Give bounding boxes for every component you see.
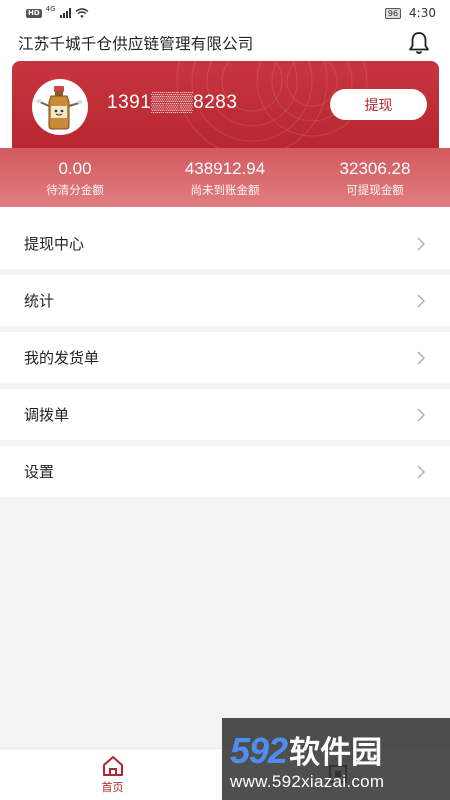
watermark-text: 软件园: [289, 734, 383, 771]
clock: 4:30: [409, 6, 436, 20]
menu-item-transfer-orders[interactable]: 调拨单: [0, 389, 450, 440]
stat-label: 尚未到账金额: [190, 182, 260, 197]
menu-item-statistics[interactable]: 统计: [0, 275, 450, 326]
stat-label: 待清分金额: [46, 182, 104, 197]
signal-icon: [59, 8, 71, 18]
home-icon: [102, 755, 123, 776]
watermark-main: 592 软件园: [230, 727, 450, 772]
stat-label: 可提现金额: [346, 182, 404, 197]
menu-item-withdraw-center[interactable]: 提现中心: [0, 218, 450, 269]
status-left: HD 4G: [26, 5, 89, 18]
menu-item-label: 提现中心: [24, 235, 85, 253]
chevron-right-icon: [417, 294, 425, 307]
menu-list: 提现中心 统计 我的发货单 调拨单 设置: [0, 218, 450, 503]
chevron-right-icon: [417, 351, 425, 364]
page-title: 江苏千城千仓供应链管理有限公司: [18, 35, 254, 53]
menu-item-label: 我的发货单: [24, 349, 100, 367]
stat-withdrawable: 32306.28 可提现金额: [300, 148, 450, 207]
watermark-number: 592: [230, 729, 288, 771]
stat-value: 0.00: [58, 158, 92, 178]
status-right: 96 4:30: [384, 6, 436, 20]
menu-item-my-shipments[interactable]: 我的发货单: [0, 332, 450, 383]
battery-icon: 96: [384, 7, 402, 19]
account-card: 1391▒▒▒8283 提现: [12, 61, 439, 157]
tab-home[interactable]: 首页: [0, 749, 225, 800]
phone-number: 1391▒▒▒8283: [107, 92, 238, 113]
menu-item-label: 统计: [24, 292, 55, 310]
stat-pending-clearing: 0.00 待清分金额: [0, 148, 150, 207]
chevron-right-icon: [417, 408, 425, 421]
status-bar: HD 4G 96 4:30: [0, 0, 450, 26]
menu-item-settings[interactable]: 设置: [0, 446, 450, 497]
stat-not-arrived: 438912.94 尚未到账金额: [150, 148, 300, 207]
network-type: 4G: [45, 5, 56, 13]
watermark-logo: 592 软件园 www.592xiazai.com: [222, 718, 450, 800]
menu-item-label: 设置: [24, 463, 55, 481]
stat-value: 438912.94: [184, 158, 266, 178]
wifi-icon: [75, 8, 89, 18]
chevron-right-icon: [417, 465, 425, 478]
withdraw-button[interactable]: 提现: [330, 89, 427, 120]
stat-value: 32306.28: [339, 158, 411, 178]
watermark-url: www.592xiazai.com: [230, 771, 385, 791]
chevron-right-icon: [417, 237, 425, 250]
balance-stats: 0.00 待清分金额 438912.94 尚未到账金额 32306.28 可提现…: [0, 148, 450, 207]
avatar[interactable]: [32, 79, 88, 135]
bell-icon[interactable]: [406, 30, 432, 56]
hd-badge: HD: [26, 8, 42, 18]
app-header: 江苏千城千仓供应链管理有限公司: [0, 26, 450, 60]
tab-label: 首页: [101, 780, 124, 794]
menu-item-label: 调拨单: [24, 406, 70, 424]
